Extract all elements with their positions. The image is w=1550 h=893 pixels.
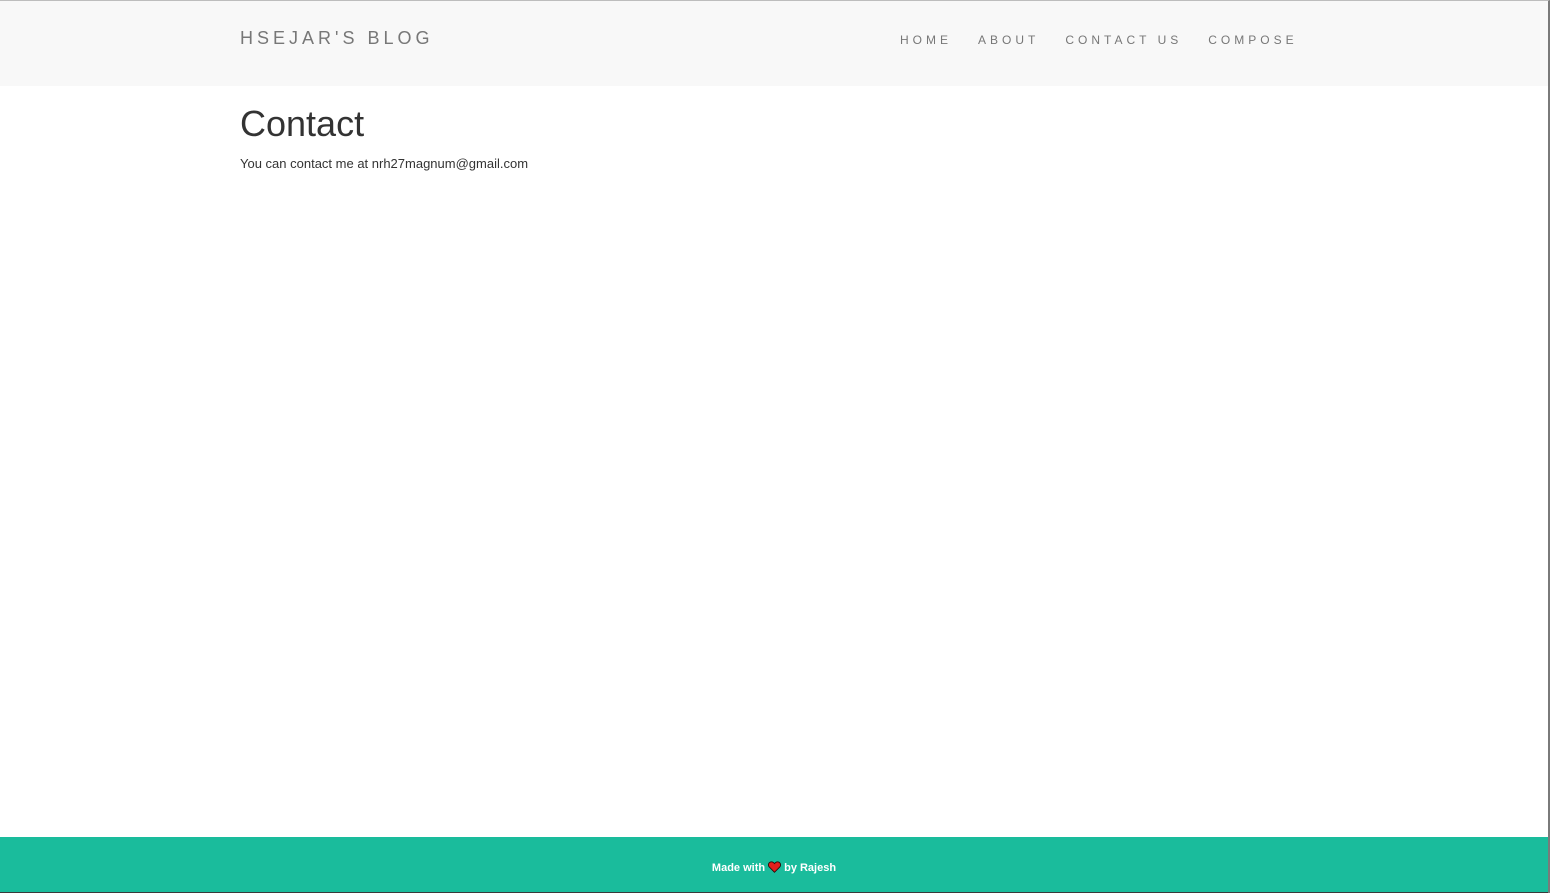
nav-link-home[interactable]: HOME [900, 33, 952, 47]
footer-credit: Made with by Rajesh [0, 861, 1548, 875]
site-brand-link[interactable]: HSEJAR'S BLOG [240, 28, 433, 49]
nav-link-compose[interactable]: COMPOSE [1208, 33, 1297, 47]
navbar: HSEJAR'S BLOG HOME ABOUT CONTACT US COMP… [0, 1, 1548, 86]
footer: Made with by Rajesh [0, 837, 1548, 892]
nav-item-about: ABOUT [978, 33, 1065, 47]
nav-item-home: HOME [900, 33, 978, 47]
nav-link-contact-us[interactable]: CONTACT US [1065, 33, 1182, 47]
contact-text: You can contact me at nrh27magnum@gmail.… [240, 156, 529, 171]
main-content: Contact You can contact me at nrh27magnu… [240, 104, 528, 173]
page-title: Contact [240, 103, 365, 144]
nav-item-compose: COMPOSE [1208, 33, 1297, 47]
heart-icon [768, 861, 782, 873]
nav-item-contact: CONTACT US [1065, 33, 1208, 47]
nav-link-about[interactable]: ABOUT [978, 33, 1039, 47]
nav-links: HOME ABOUT CONTACT US COMPOSE [900, 33, 1298, 47]
page: HSEJAR'S BLOG HOME ABOUT CONTACT US COMP… [0, 0, 1550, 893]
footer-suffix: by Rajesh [784, 862, 837, 874]
footer-prefix: Made with [711, 862, 766, 874]
